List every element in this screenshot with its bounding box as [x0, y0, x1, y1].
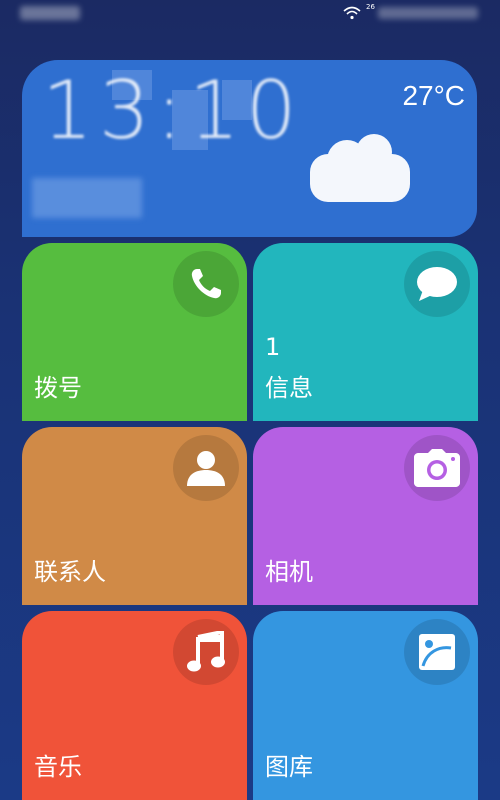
contacts-icon-badge	[173, 435, 239, 501]
status-bar: 26	[0, 0, 500, 28]
tile-contacts-label: 联系人	[34, 558, 106, 586]
tile-dialer-label: 拨号	[34, 374, 82, 402]
tile-messages[interactable]: 1 信息	[253, 243, 478, 421]
gallery-icon	[419, 634, 455, 670]
weather-clock-widget[interactable]: 13:10 27°C	[22, 60, 477, 237]
gallery-icon-badge	[404, 619, 470, 685]
tile-music-label: 音乐	[34, 753, 82, 781]
camera-icon	[414, 449, 460, 487]
contact-icon	[187, 451, 225, 486]
music-note-icon	[187, 631, 225, 672]
dialer-icon-badge	[173, 251, 239, 317]
clock-time[interactable]: 13:10	[42, 64, 303, 157]
tile-messages-label: 信息	[265, 374, 313, 402]
temperature: 27°C	[402, 80, 465, 111]
cloud-icon	[310, 134, 410, 202]
tile-gallery-label: 图库	[265, 753, 313, 781]
status-bar-right-info	[378, 7, 478, 19]
camera-icon-badge	[404, 435, 470, 501]
signal-label: 26	[366, 3, 375, 11]
music-icon-badge	[173, 619, 239, 685]
phone-icon	[191, 269, 221, 299]
wifi-icon	[343, 6, 361, 20]
status-bar-left-info	[20, 6, 80, 20]
unread-message-count: 1	[265, 333, 281, 361]
tile-music[interactable]: 音乐	[22, 611, 247, 800]
tile-camera-label: 相机	[265, 558, 313, 586]
tile-dialer[interactable]: 拨号	[22, 243, 247, 421]
tile-camera[interactable]: 相机	[253, 427, 478, 605]
date-text	[32, 178, 142, 218]
messages-icon-badge	[404, 251, 470, 317]
tile-contacts[interactable]: 联系人	[22, 427, 247, 605]
tile-gallery[interactable]: 图库	[253, 611, 478, 800]
message-icon	[417, 267, 457, 301]
